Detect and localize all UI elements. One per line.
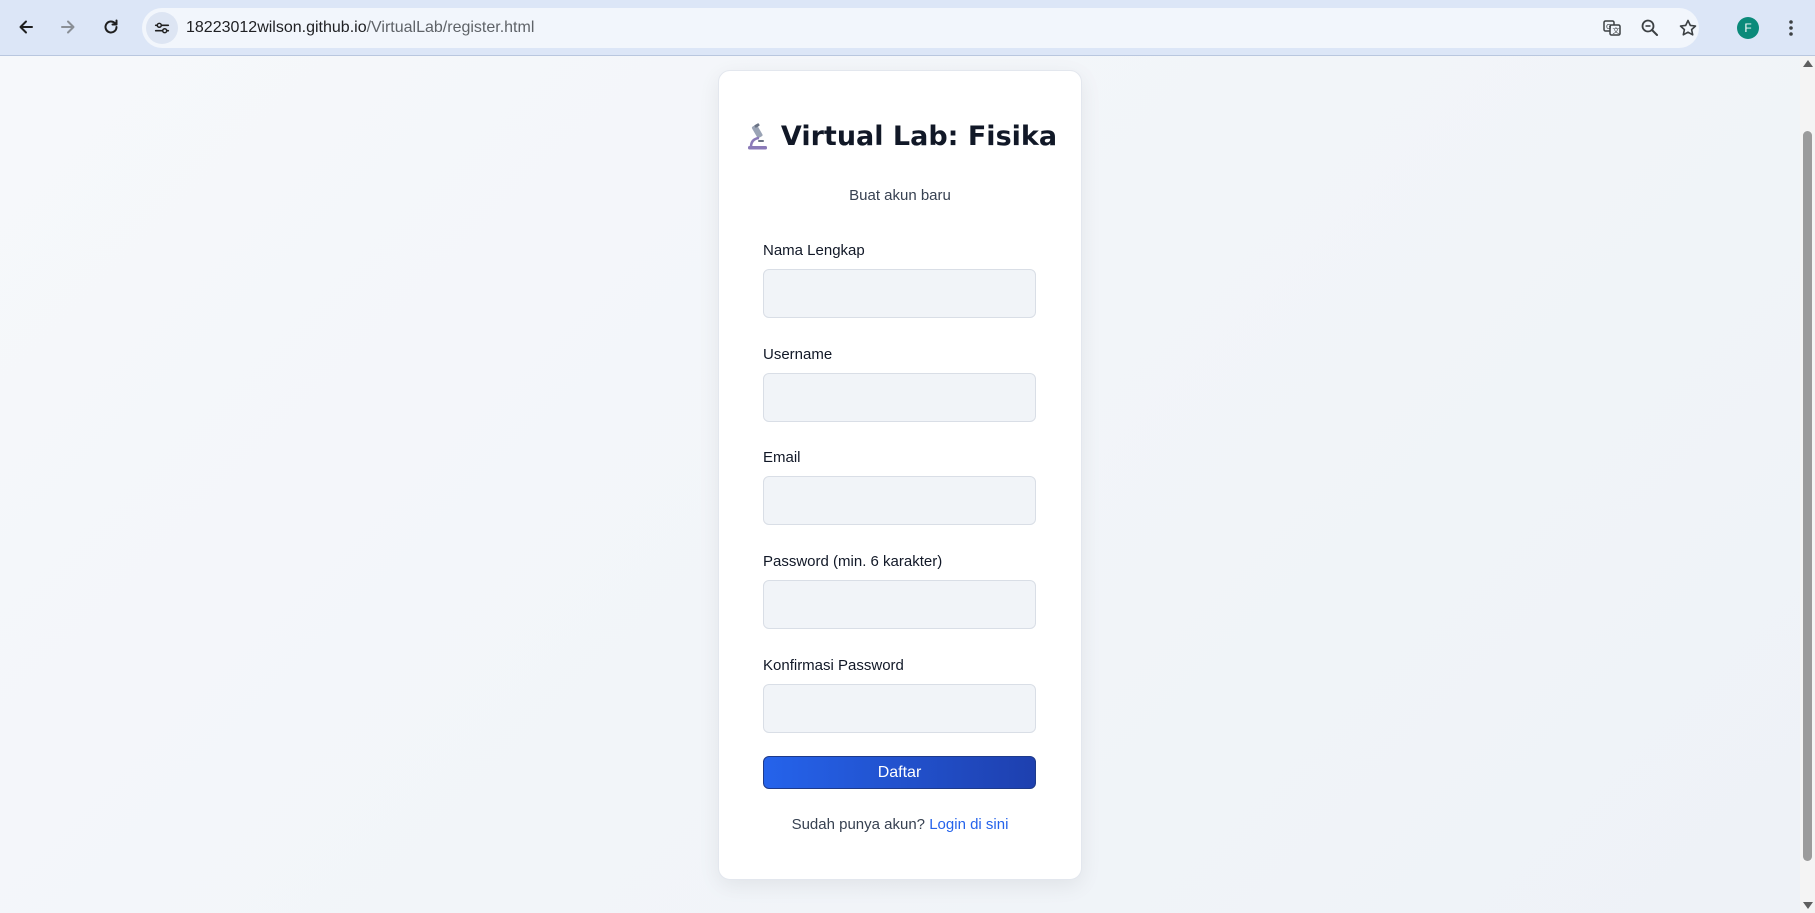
forward-button[interactable] — [51, 10, 85, 44]
scroll-down-arrow-icon[interactable] — [1803, 902, 1813, 909]
site-info-button[interactable] — [146, 12, 178, 44]
full-name-label: Nama Lengkap — [763, 242, 865, 259]
register-card: Virtual Lab: Fisika Buat akun baru Nama … — [718, 70, 1082, 880]
site-info-icon — [154, 22, 170, 34]
kebab-menu-icon — [1789, 20, 1793, 36]
url-path: /VirtualLab/register.html — [366, 19, 535, 36]
page-viewport: Virtual Lab: Fisika Buat akun baru Nama … — [0, 56, 1800, 913]
browser-toolbar: 18223012wilson.github.io/VirtualLab/regi… — [0, 0, 1815, 56]
scrollbar-thumb[interactable] — [1803, 131, 1812, 861]
register-button[interactable]: Daftar — [763, 756, 1036, 789]
login-prompt: Sudah punya akun? Login di sini — [719, 816, 1081, 833]
reload-button[interactable] — [94, 10, 128, 44]
microscope-icon — [747, 122, 767, 149]
title-row: Virtual Lab: Fisika — [719, 121, 1081, 152]
zoom-icon — [1641, 19, 1658, 36]
bookmark-button[interactable] — [1676, 16, 1700, 40]
page-scrollbar[interactable] — [1800, 56, 1815, 913]
svg-text:文: 文 — [1613, 26, 1620, 35]
back-icon — [19, 20, 33, 34]
page-subtitle: Buat akun baru — [849, 187, 951, 204]
email-input[interactable] — [763, 476, 1036, 525]
zoom-button[interactable] — [1638, 16, 1662, 40]
forward-icon — [61, 20, 75, 34]
password-input[interactable] — [763, 580, 1036, 629]
page-title: Virtual Lab: Fisika — [780, 121, 1058, 152]
login-link[interactable]: Login di sini — [929, 816, 1008, 833]
browser-menu-button[interactable] — [1779, 14, 1803, 42]
username-label: Username — [763, 346, 833, 363]
scroll-up-arrow-icon[interactable] — [1803, 60, 1813, 67]
star-icon — [1679, 19, 1697, 36]
confirm-password-label: Konfirmasi Password — [763, 657, 904, 674]
password-label: Password (min. 6 karakter) — [763, 553, 943, 570]
username-input[interactable] — [763, 373, 1036, 422]
full-name-input[interactable] — [763, 269, 1036, 318]
profile-avatar[interactable]: F — [1737, 17, 1759, 39]
address-bar[interactable]: 18223012wilson.github.io/VirtualLab/regi… — [142, 8, 1699, 48]
translate-icon: G 文 — [1603, 20, 1621, 36]
back-button[interactable] — [9, 10, 43, 44]
svg-text:G: G — [1606, 23, 1611, 31]
url-text[interactable]: 18223012wilson.github.io/VirtualLab/regi… — [186, 19, 534, 37]
url-host: 18223012wilson.github.io — [186, 19, 367, 36]
confirm-password-input[interactable] — [763, 684, 1036, 733]
email-label: Email — [763, 449, 801, 466]
login-prompt-text: Sudah punya akun? — [791, 816, 926, 833]
reload-icon — [104, 19, 118, 34]
translate-button[interactable]: G 文 — [1600, 16, 1624, 40]
